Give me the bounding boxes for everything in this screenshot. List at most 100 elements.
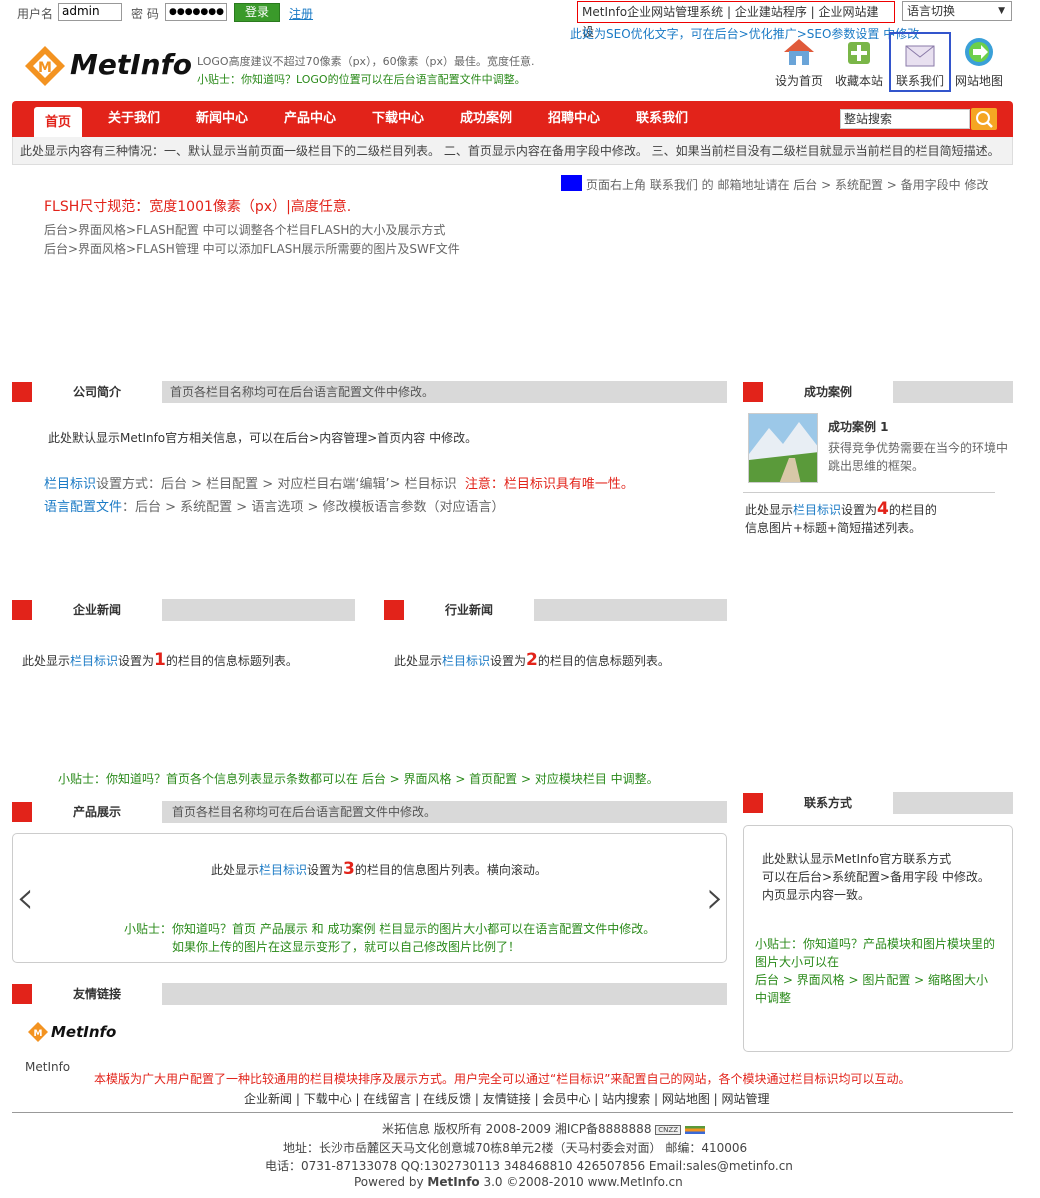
news1-bar (162, 599, 355, 621)
footer-link[interactable]: 企业新闻 (244, 1092, 292, 1106)
contact-tip-line: 小贴士：你知道吗？产品模块和图片模块里的 (755, 937, 996, 951)
envelope-icon (905, 45, 935, 67)
powered-text: 3.0 ©2008-2010 www.MetInfo.cn (479, 1175, 683, 1189)
footer-powered: Powered by MetInfo 3.0 ©2008-2010 www.Me… (354, 1175, 683, 1189)
footer-link[interactable]: 在线留言 (363, 1092, 411, 1106)
prev-arrow-icon[interactable]: ‹ (16, 872, 34, 922)
search-icon (976, 111, 993, 128)
note-tag: 栏目标识 (442, 654, 491, 668)
note-tag: 栏目标识 (70, 654, 119, 668)
contact-tip-line: 中调整 (755, 991, 792, 1005)
contact-us-label: 联系我们 (895, 74, 944, 88)
footer-link[interactable]: 站内搜索 (602, 1092, 650, 1106)
news2-note: 此处显示栏目标识设置为2的栏目的信息标题列表。 (394, 650, 670, 670)
nav-downloads[interactable]: 下载中心 (360, 101, 436, 137)
nav-products[interactable]: 产品中心 (272, 101, 348, 137)
contact-info: 此处默认显示MetInfo官方联系方式 可以在后台>系统配置>备用字段 中修改。… (762, 850, 990, 904)
section-marker (12, 984, 32, 1004)
nav-jobs[interactable]: 招聘中心 (536, 101, 612, 137)
contact-title[interactable]: 联系方式 (763, 793, 893, 813)
contact-us-button[interactable]: 联系我们 (889, 32, 951, 92)
logo-text[interactable]: MetInfo (70, 48, 192, 81)
powered-brand[interactable]: MetInfo (427, 1175, 479, 1189)
flash-line1: 后台>界面风格>FLASH配置 中可以调整各个栏目FLASH的大小及展示方式 (44, 223, 446, 237)
sitemap-button[interactable]: 网站地图 (952, 36, 1006, 89)
divider (743, 492, 995, 493)
contact-line: 内页显示内容一致。 (762, 888, 871, 902)
tag-text: 设置方式：后台 > 栏目配置 > 对应栏目右端‘编辑’> 栏目标识 (96, 477, 457, 492)
nav-news[interactable]: 新闻中心 (184, 101, 260, 137)
note-text: 的栏目的信息标题列表。 (165, 654, 298, 668)
logo-note: LOGO高度建议不超过70像素（px），60像素（px）最佳。宽度任意. (197, 55, 535, 68)
search-button[interactable] (971, 108, 997, 130)
cms-links[interactable]: MetInfo企业网站管理系统 | 企业建站程序 | 企业网站建设 (577, 1, 895, 39)
cnzz-badge[interactable]: CNZZ (655, 1124, 681, 1135)
cases-bar (893, 381, 1013, 403)
section-marker (12, 600, 32, 620)
note-text: 的栏目的 (888, 503, 937, 517)
nav-about[interactable]: 关于我们 (96, 101, 172, 137)
news2-bar (534, 599, 727, 621)
note-number: 4 (877, 499, 889, 519)
news1-title[interactable]: 企业新闻 (32, 600, 162, 620)
note-text: 此处显示 (22, 654, 71, 668)
login-button[interactable]: 登录 (234, 3, 280, 22)
footer-copyright: 米拓信息 版权所有 2008-2009 湘ICP备8888888 CNZZ (382, 1120, 705, 1137)
case-title[interactable]: 成功案例 1 (828, 418, 889, 435)
case-image[interactable] (748, 413, 818, 483)
password-input[interactable]: ●●●●●●● (165, 3, 227, 21)
next-arrow-icon[interactable]: › (706, 872, 724, 922)
nav-home[interactable]: 首页 (34, 107, 82, 137)
site-search-input[interactable]: 整站搜索 (840, 109, 970, 129)
cases-note: 此处显示栏目标识设置为4的栏目的 信息图片+标题+简短描述列表。 (745, 500, 1005, 537)
set-homepage-label: 设为首页 (774, 74, 823, 88)
register-link[interactable]: 注册 (289, 5, 313, 22)
note-text: 此处显示 (394, 654, 443, 668)
note-text: 此处显示 (745, 503, 794, 517)
links-title[interactable]: 友情链接 (32, 984, 162, 1004)
stats-icon[interactable] (684, 1125, 705, 1134)
tag-label: 栏目标识 (44, 477, 97, 492)
sitemap-label: 网站地图 (954, 74, 1003, 88)
news2-title[interactable]: 行业新闻 (404, 600, 534, 620)
svg-text:M: M (38, 60, 52, 76)
home-icon (784, 39, 814, 65)
partner-logo-icon[interactable]: M (28, 1022, 48, 1042)
nav-contact[interactable]: 联系我们 (624, 101, 700, 137)
about-body: 此处默认显示MetInfo官方相关信息，可以在后台>内容管理>首页内容 中修改。 (48, 431, 478, 445)
footer-link[interactable]: 下载中心 (304, 1092, 352, 1106)
metinfo-logo-icon: M (25, 46, 65, 86)
partner-caption[interactable]: MetInfo (25, 1060, 70, 1074)
password-label: 密 码 (131, 7, 159, 21)
products-title[interactable]: 产品展示 (32, 802, 162, 822)
language-select-label: 语言切换 (907, 4, 956, 18)
footer-link[interactable]: 会员中心 (542, 1092, 590, 1106)
section-marker (12, 382, 32, 402)
footer-link[interactable]: 在线反馈 (423, 1092, 471, 1106)
language-select[interactable]: 语言切换 ▼ (902, 1, 1012, 21)
footer-link[interactable]: 友情链接 (483, 1092, 531, 1106)
footer-phone: 电话：0731-87133078 QQ:1302730113 348468810… (265, 1159, 793, 1173)
copyright-text: 米拓信息 版权所有 2008-2009 湘ICP备8888888 (382, 1122, 652, 1136)
flash-line2: 后台>界面风格>FLASH管理 中可以添加FLASH展示所需要的图片及SWF文件 (44, 242, 460, 256)
footer-note: 本模版为广大用户配置了一种比较通用的栏目模块排序及展示方式。用户完全可以通过“栏… (94, 1072, 911, 1086)
cases-title[interactable]: 成功案例 (763, 382, 893, 402)
about-title[interactable]: 公司简介 (32, 382, 162, 402)
note-text: 信息图片+标题+简短描述列表。 (745, 521, 922, 535)
set-homepage[interactable]: 设为首页 (772, 36, 826, 89)
username-input[interactable]: admin (58, 3, 122, 21)
nav-cases[interactable]: 成功案例 (448, 101, 524, 137)
about-lang-line: 语言配置文件：后台 > 系统配置 > 语言选项 > 修改模板语言参数（对应语言） (44, 496, 505, 515)
note-number: 2 (526, 650, 538, 670)
note-text: 此处显示 (211, 863, 260, 877)
tag-warning: 注意：栏目标识具有唯一性。 (464, 477, 634, 492)
add-bookmark[interactable]: 收藏本站 (832, 36, 886, 89)
partner-logo-text[interactable]: MetInfo (51, 1023, 116, 1041)
section-marker (384, 600, 404, 620)
blue-marker (561, 175, 582, 191)
footer-link[interactable]: 网站管理 (722, 1092, 770, 1106)
note-text: 的栏目的信息标题列表。 (537, 654, 670, 668)
footer-link[interactable]: 网站地图 (662, 1092, 710, 1106)
section-marker (743, 793, 763, 813)
flash-title: FLSH尺寸规范：宽度1001像素（px）|高度任意. (44, 199, 352, 215)
